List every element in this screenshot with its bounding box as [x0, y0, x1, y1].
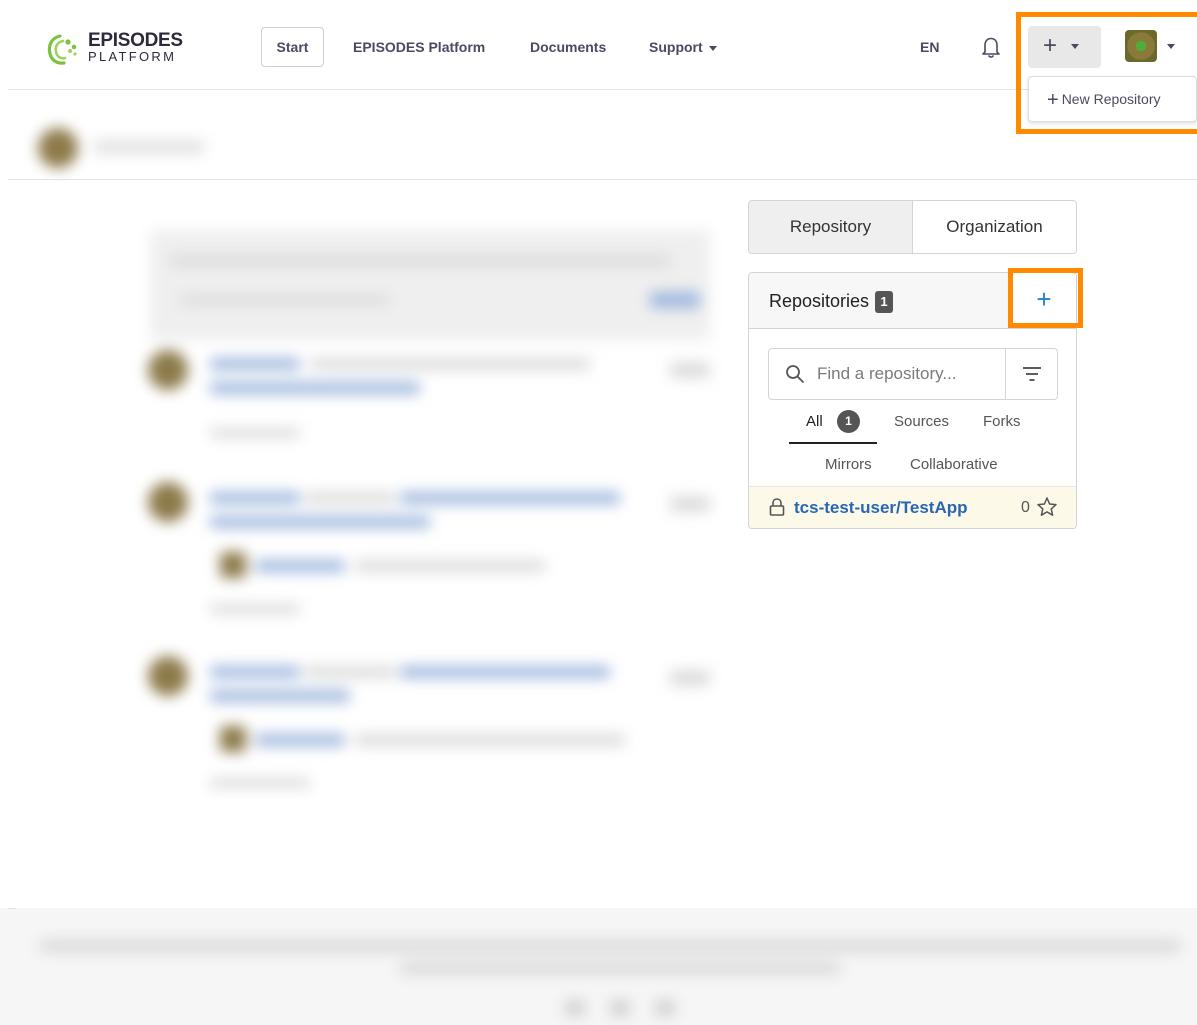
- repository-search-input[interactable]: [817, 359, 997, 389]
- filter-icon: [1023, 367, 1041, 381]
- bell-icon[interactable]: [980, 35, 1002, 59]
- brand-logo[interactable]: EPISODES PLATFORM: [46, 30, 186, 70]
- create-dropdown-menu: + New Repository: [1028, 76, 1197, 122]
- create-menu-button[interactable]: +: [1028, 26, 1101, 68]
- new-repository-menu-item[interactable]: + New Repository: [1047, 88, 1161, 111]
- repository-link[interactable]: tcs-test-user/TestApp: [794, 497, 968, 519]
- new-repository-label: New Repository: [1061, 91, 1161, 107]
- top-navbar: EPISODES PLATFORM Start EPISODES Platfor…: [0, 0, 1197, 90]
- chevron-down-icon: [1167, 44, 1175, 49]
- repository-list-item[interactable]: tcs-test-user/TestApp 0: [749, 486, 1076, 528]
- repositories-title-label: Repositories: [769, 291, 870, 311]
- dashboard-context-tabs: Repository Organization: [748, 200, 1077, 254]
- filter-tab-all-label: All: [806, 413, 823, 430]
- repositories-panel: Repositories1 + All 1 Sources Forks Mirr…: [748, 272, 1077, 529]
- repositories-count-badge: 1: [875, 291, 894, 313]
- content-divider: [8, 179, 1197, 180]
- repositories-panel-header: Repositories 1 +: [749, 273, 1076, 329]
- nav-support-label: Support: [649, 39, 703, 55]
- repositories-title: Repositories 1: [769, 289, 894, 313]
- star-icon: [1037, 497, 1057, 516]
- nav-support-dropdown[interactable]: Support: [649, 37, 717, 57]
- blurred-activity-feed: [140, 200, 740, 840]
- footer-divider: [8, 908, 16, 909]
- brand-name: EPISODES: [88, 30, 183, 51]
- add-repository-button[interactable]: +: [1011, 273, 1076, 328]
- navbar-divider: [8, 89, 1197, 90]
- filter-all-count-badge: 1: [837, 410, 860, 433]
- plus-icon: +: [1036, 284, 1052, 314]
- filter-tab-mirrors[interactable]: Mirrors: [825, 455, 872, 475]
- chevron-down-icon: [1071, 44, 1079, 49]
- chevron-down-icon: [708, 45, 717, 51]
- repository-filter-button[interactable]: [1005, 349, 1057, 399]
- tab-organization[interactable]: Organization: [913, 201, 1076, 253]
- filter-tab-collaborative[interactable]: Collaborative: [910, 455, 998, 475]
- filter-tab-all[interactable]: All 1: [789, 410, 877, 444]
- avatar: [1125, 30, 1157, 62]
- tab-repository[interactable]: Repository: [749, 201, 913, 253]
- repository-search-box: [768, 348, 1058, 400]
- brand-subtitle: PLATFORM: [88, 49, 177, 64]
- search-icon: [786, 365, 804, 383]
- language-selector[interactable]: EN: [920, 37, 939, 57]
- lock-icon: [769, 498, 785, 516]
- nav-episodes-platform[interactable]: EPISODES Platform: [353, 37, 485, 57]
- filter-tab-forks[interactable]: Forks: [983, 412, 1021, 432]
- filter-tab-sources[interactable]: Sources: [894, 412, 949, 432]
- episodes-logo-icon: [47, 34, 77, 65]
- plus-icon: +: [1047, 89, 1059, 111]
- plus-icon: +: [1043, 32, 1058, 59]
- nav-documents[interactable]: Documents: [530, 37, 606, 57]
- repository-star-count: 0: [1021, 499, 1030, 516]
- nav-start-button[interactable]: Start: [261, 27, 324, 67]
- blurred-footer: [0, 908, 1197, 1025]
- user-menu-button[interactable]: [1120, 26, 1182, 68]
